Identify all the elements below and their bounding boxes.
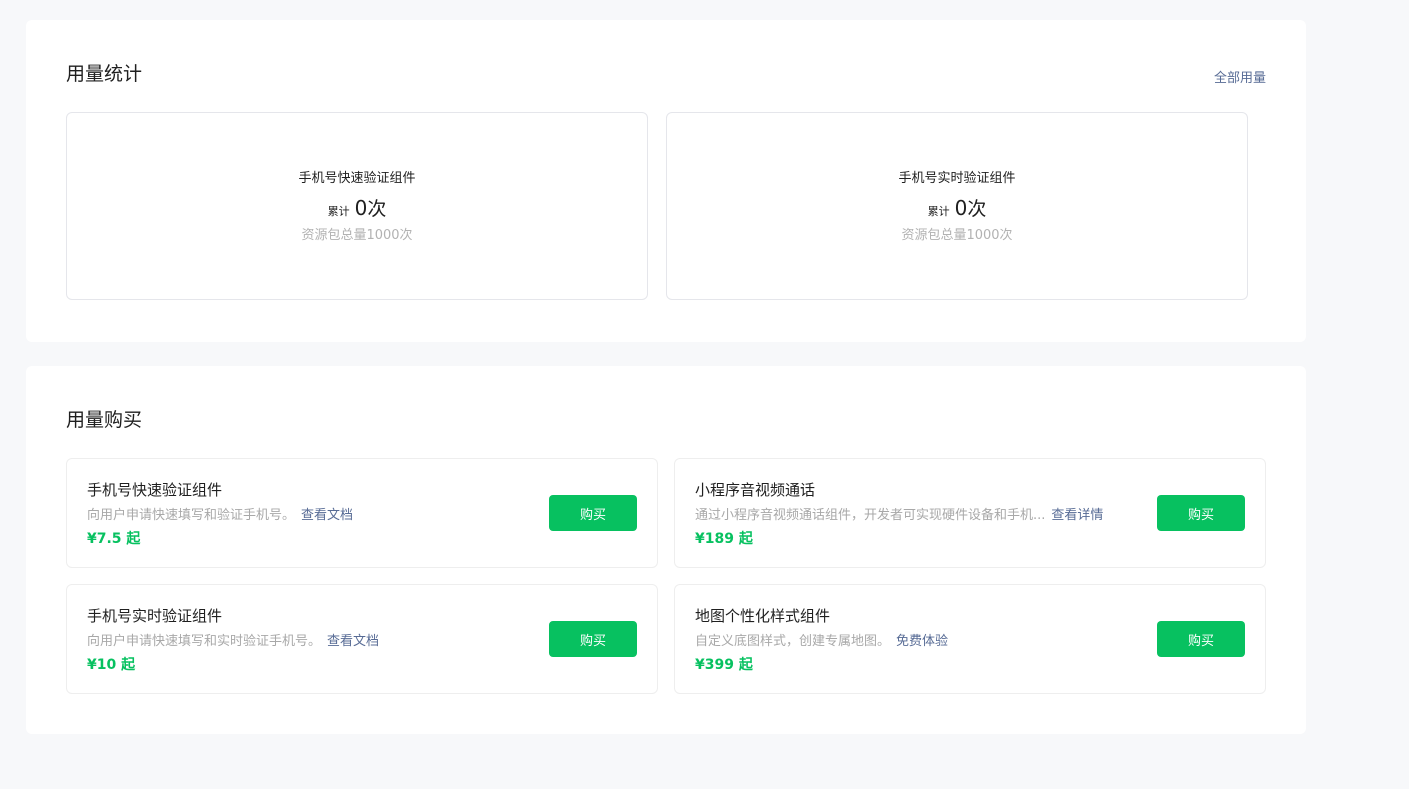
stat-card-name: 手机号实时验证组件: [898, 171, 1016, 186]
stat-card-count: 累计 0次: [667, 195, 1247, 225]
view-details-link[interactable]: 查看详情: [1051, 508, 1103, 523]
all-usage-link[interactable]: 全部用量: [1214, 67, 1266, 86]
product-price: ¥399 起: [695, 657, 753, 673]
product-price: ¥7.5 起: [87, 531, 141, 547]
stat-card-name: 手机号快速验证组件: [298, 171, 416, 186]
product-description: 向用户申请快速填写和验证手机号。 查看文档: [87, 504, 353, 523]
stat-card-count: 累计 0次: [67, 195, 647, 225]
stat-card-total: 资源包总量1000次: [901, 228, 1013, 243]
product-price: ¥189 起: [695, 531, 753, 547]
count-value: 0: [354, 196, 368, 220]
buy-button[interactable]: 购买: [549, 495, 637, 531]
view-docs-link[interactable]: 查看文档: [301, 508, 353, 523]
product-description-text: 向用户申请快速填写和实时验证手机号。: [87, 634, 322, 649]
usage-stats-title: 用量统计: [66, 63, 143, 85]
product-description-text: 自定义底图样式，创建专属地图。: [695, 634, 891, 649]
product-name: 手机号实时验证组件: [87, 607, 223, 625]
stat-card-quick-verify: 手机号快速验证组件 累计 0次 资源包总量1000次: [66, 112, 648, 300]
product-card-map-style: 地图个性化样式组件 自定义底图样式，创建专属地图。 免费体验 ¥399 起 购买: [674, 584, 1266, 694]
usage-purchase-panel: 用量购买 手机号快速验证组件 向用户申请快速填写和验证手机号。 查看文档 ¥7.5…: [26, 366, 1306, 734]
usage-purchase-title: 用量购买: [66, 409, 143, 431]
product-description-text: 通过小程序音视频通话组件，开发者可实现硬件设备和手机...: [695, 508, 1046, 523]
product-card-realtime-verify: 手机号实时验证组件 向用户申请快速填写和实时验证手机号。 查看文档 ¥10 起 购…: [66, 584, 658, 694]
buy-button[interactable]: 购买: [1157, 621, 1245, 657]
stat-card-total: 资源包总量1000次: [301, 228, 413, 243]
product-card-quick-verify: 手机号快速验证组件 向用户申请快速填写和验证手机号。 查看文档 ¥7.5 起 购买: [66, 458, 658, 568]
count-label: 累计: [327, 205, 350, 218]
product-name: 小程序音视频通话: [695, 481, 816, 499]
buy-button[interactable]: 购买: [549, 621, 637, 657]
product-card-av-call: 小程序音视频通话 通过小程序音视频通话组件，开发者可实现硬件设备和手机... 查看…: [674, 458, 1266, 568]
product-name: 地图个性化样式组件: [695, 607, 831, 625]
product-description: 通过小程序音视频通话组件，开发者可实现硬件设备和手机... 查看详情: [695, 504, 1103, 523]
usage-stats-panel: 用量统计 全部用量 手机号快速验证组件 累计 0次 资源包总量1000次 手机号…: [26, 20, 1306, 342]
count-label: 累计: [927, 205, 950, 218]
free-trial-link[interactable]: 免费体验: [896, 634, 948, 649]
buy-button[interactable]: 购买: [1157, 495, 1245, 531]
product-price: ¥10 起: [87, 657, 136, 673]
count-unit: 次: [967, 198, 987, 220]
product-description: 向用户申请快速填写和实时验证手机号。 查看文档: [87, 630, 379, 649]
count-value: 0: [954, 196, 968, 220]
count-unit: 次: [367, 198, 387, 220]
view-docs-link[interactable]: 查看文档: [327, 634, 379, 649]
product-description: 自定义底图样式，创建专属地图。 免费体验: [695, 630, 948, 649]
product-description-text: 向用户申请快速填写和验证手机号。: [87, 508, 296, 523]
product-name: 手机号快速验证组件: [87, 481, 223, 499]
stat-card-realtime-verify: 手机号实时验证组件 累计 0次 资源包总量1000次: [666, 112, 1248, 300]
